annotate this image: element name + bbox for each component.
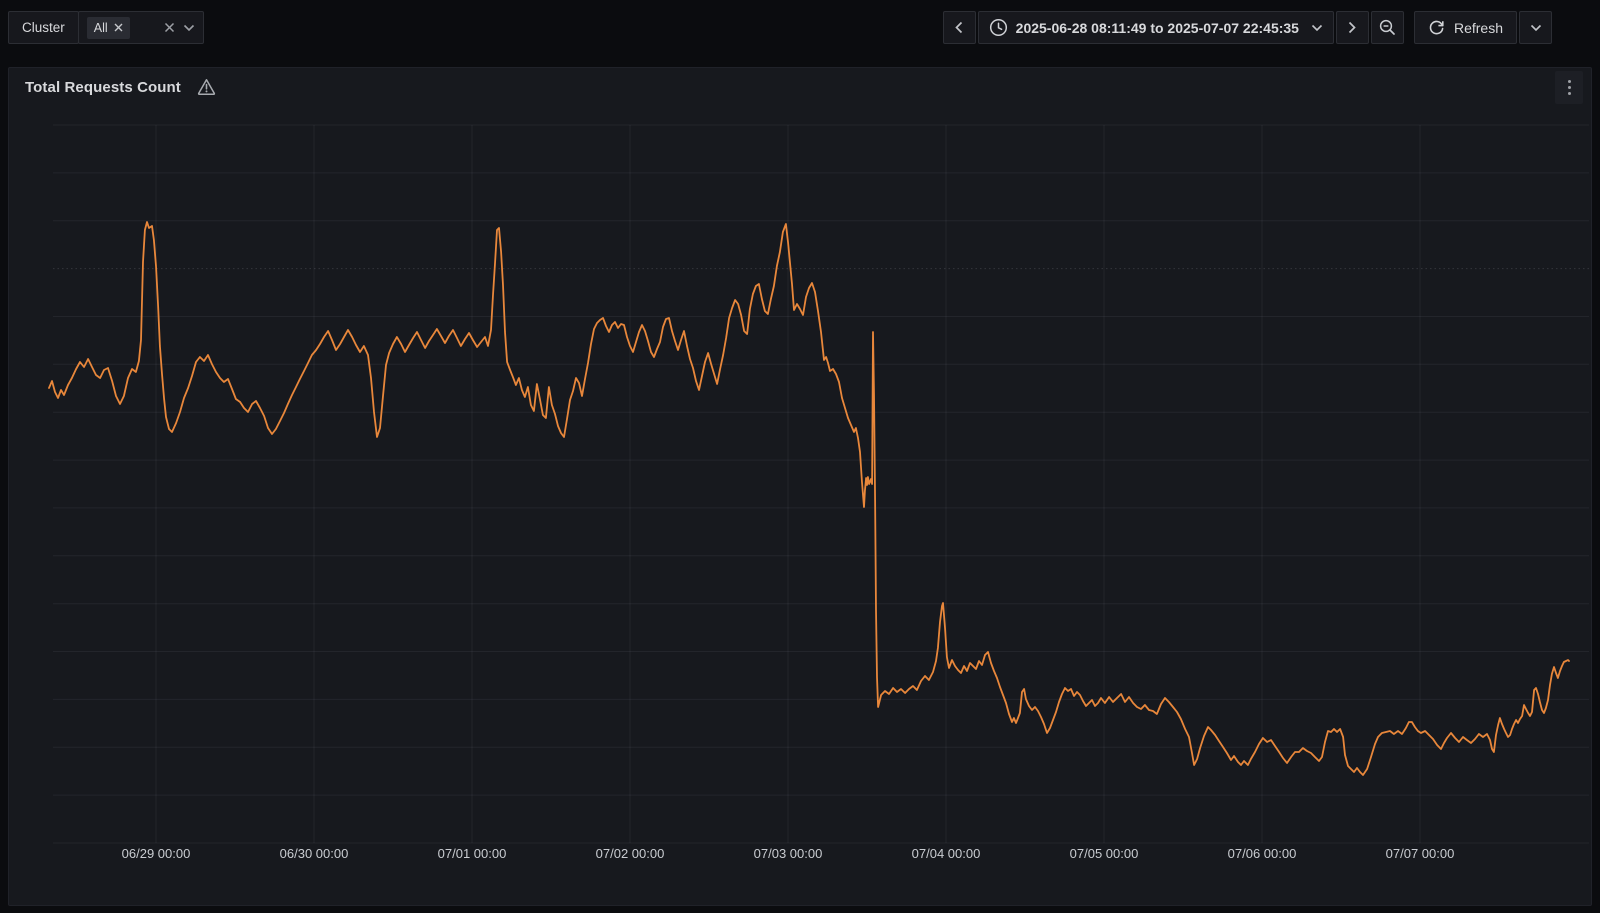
refresh-label: Refresh: [1454, 20, 1503, 36]
chevron-down-icon: [1530, 24, 1542, 32]
total-requests-panel: 06/29 00:00 06/30 00:00 07/01 00:00 07/02 0…: [8, 67, 1592, 906]
panel-menu-button[interactable]: [1555, 71, 1583, 104]
chevron-down-icon[interactable]: [183, 24, 195, 32]
time-series-chart[interactable]: 06/29 00:00 06/30 00:00 07/01 00:00 07/02 0…: [9, 68, 1593, 907]
clock-icon: [989, 18, 1008, 37]
chevron-left-icon: [955, 21, 963, 34]
x-axis-tick-label: 06/29 00:00: [122, 846, 191, 861]
time-range-button[interactable]: 2025-06-28 08:11:49 to 2025-07-07 22:45:…: [978, 11, 1334, 44]
panel-header: Total Requests Count: [9, 68, 1591, 106]
refresh-interval-button[interactable]: [1519, 11, 1552, 44]
time-controls: 2025-06-28 08:11:49 to 2025-07-07 22:45:…: [941, 11, 1552, 44]
warning-icon[interactable]: [197, 78, 216, 96]
x-axis-tick-label: 07/07 00:00: [1386, 846, 1455, 861]
filter-clear-icon[interactable]: [164, 22, 175, 33]
x-axis-tick-label: 07/04 00:00: [912, 846, 981, 861]
cluster-filter-label: Cluster: [8, 11, 79, 44]
filter-chip-all[interactable]: All: [87, 17, 130, 39]
x-axis-tick-label: 07/03 00:00: [754, 846, 823, 861]
chip-remove-icon[interactable]: [114, 23, 123, 32]
panel-title: Total Requests Count: [25, 79, 181, 96]
zoom-out-button[interactable]: [1371, 11, 1404, 44]
chevron-down-icon: [1311, 24, 1323, 32]
requests-series-line: [49, 222, 1569, 775]
x-axis-tick-label: 07/05 00:00: [1070, 846, 1139, 861]
kebab-vertical-icon: [1568, 80, 1571, 95]
toolbar: Cluster All 2025-06-28 08:11:49 to 2025-…: [0, 0, 1600, 67]
x-axis-tick-label: 07/06 00:00: [1228, 846, 1297, 861]
x-axis-tick-label: 07/01 00:00: [438, 846, 507, 861]
x-axis-tick-label: 07/02 00:00: [596, 846, 665, 861]
time-range-text: 2025-06-28 08:11:49 to 2025-07-07 22:45:…: [1016, 20, 1299, 36]
cluster-filter-label-text: Cluster: [22, 20, 65, 35]
magnifier-minus-icon: [1379, 19, 1396, 36]
filter-chip-label: All: [94, 21, 108, 35]
cluster-filter-combobox[interactable]: All: [78, 11, 204, 44]
x-axis-tick-label: 06/30 00:00: [280, 846, 349, 861]
cluster-filter: Cluster All: [8, 11, 204, 44]
refresh-button[interactable]: Refresh: [1414, 11, 1517, 44]
refresh-icon: [1428, 19, 1445, 36]
chevron-right-icon: [1348, 21, 1356, 34]
time-shift-forward-button[interactable]: [1336, 11, 1369, 44]
time-shift-back-button[interactable]: [943, 11, 976, 44]
